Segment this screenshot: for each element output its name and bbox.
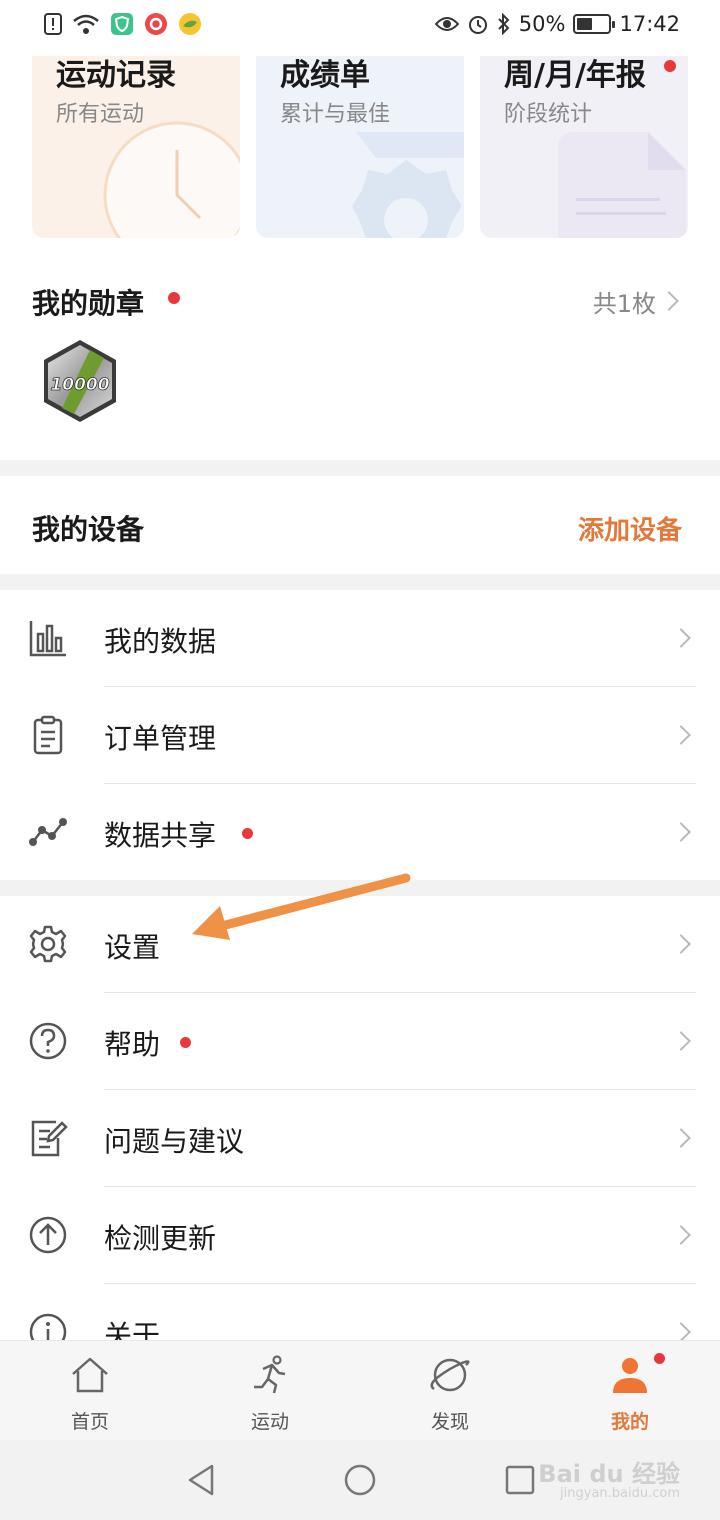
card-subtitle: 阶段统计: [504, 102, 593, 127]
menu-item-label: 问题与建议: [104, 1125, 245, 1158]
tab-workout[interactable]: 运动: [180, 1341, 360, 1441]
card-subtitle: 所有运动: [56, 102, 145, 127]
my-devices-section: 我的设备 添加设备: [0, 476, 720, 574]
notification-dot: [664, 60, 676, 72]
chevron-right-icon: [671, 1128, 691, 1148]
notification-dot: [180, 1037, 191, 1048]
menu-item-label: 检测更新: [104, 1222, 217, 1255]
card-periodic-report[interactable]: 周/月/年报 阶段统计: [480, 40, 688, 238]
tab-label: 首页: [70, 1411, 109, 1433]
menu-item-check-update[interactable]: 检测更新: [0, 1187, 720, 1284]
tab-label: 运动: [250, 1411, 289, 1433]
wifi-icon: [73, 14, 99, 34]
bottom-tab-bar: 首页 运动 发现 我的: [0, 1340, 720, 1440]
baidu-watermark: Bai du 经验: [538, 1460, 680, 1488]
shield-app-icon: [111, 13, 133, 35]
medals-title: 我的勋章: [32, 287, 145, 320]
card-title: 成绩单: [280, 58, 370, 93]
menu-item-label: 订单管理: [104, 722, 217, 755]
home-circle-icon[interactable]: [343, 1463, 377, 1497]
menu-item-label: 数据共享: [104, 819, 217, 852]
menu-item-about[interactable]: 关于: [0, 1284, 720, 1340]
running-icon: [254, 1355, 286, 1394]
notification-dot: [168, 292, 180, 304]
netease-app-icon: [145, 13, 167, 35]
clock-time: 17:42: [619, 12, 680, 36]
section-gap: [0, 460, 720, 476]
person-icon: [613, 1358, 647, 1393]
medals-count: 共1枚: [592, 290, 656, 318]
card-title: 运动记录: [56, 58, 176, 93]
card-workout-records[interactable]: 运动记录 所有运动: [32, 40, 240, 238]
menu-item-label: 设置: [104, 931, 161, 964]
chevron-right-icon: [671, 628, 691, 648]
tab-discover[interactable]: 发现: [360, 1341, 540, 1441]
tab-label: 我的: [610, 1411, 649, 1433]
chevron-right-icon: [671, 1322, 691, 1340]
notification-dot: [242, 828, 253, 839]
section-gap: [0, 574, 720, 590]
sim-alert-icon: [44, 13, 62, 35]
system-navigation-bar: Bai du 经验 jingyan.baidu.com: [0, 1440, 720, 1520]
menu-item-label: 我的数据: [104, 625, 217, 658]
menu-item-help[interactable]: 帮助: [0, 993, 720, 1090]
card-title: 周/月/年报: [504, 58, 646, 93]
menu-group-data: 我的数据 订单管理 数据共享: [0, 590, 720, 880]
chevron-right-icon: [671, 1031, 691, 1051]
menu-item-feedback[interactable]: 问题与建议: [0, 1090, 720, 1187]
battery-percent: 50%: [518, 12, 566, 36]
annotation-arrow: [192, 873, 411, 940]
menu-item-label: 关于: [104, 1319, 161, 1340]
my-medals-section[interactable]: 我的勋章 共1枚 10000: [0, 238, 720, 460]
status-left-icons: [44, 12, 202, 36]
recents-square-icon[interactable]: [505, 1465, 535, 1495]
menu-group-app: 设置 帮助 问题与建议 检测更新 关于: [0, 896, 720, 1340]
summary-cards: 运动记录 所有运动 成绩单 累计与最佳 周/月/年报 阶段统计: [0, 40, 720, 238]
game-app-icon: [179, 13, 201, 35]
chevron-right-icon: [671, 725, 691, 745]
baidu-watermark-url: jingyan.baidu.com: [560, 1486, 680, 1501]
tab-label: 发现: [430, 1411, 469, 1433]
info-icon: [29, 1313, 67, 1340]
home-icon: [72, 1357, 108, 1393]
devices-title: 我的设备: [32, 513, 145, 546]
menu-item-my-data[interactable]: 我的数据: [0, 590, 720, 687]
gear-icon: [29, 925, 67, 963]
chevron-right-icon: [671, 822, 691, 842]
eye-comfort-icon: [434, 17, 459, 31]
menu-item-label: 帮助: [104, 1028, 161, 1061]
bar-chart-icon: [29, 621, 66, 657]
notification-dot: [654, 1353, 665, 1364]
chevron-right-icon: [671, 934, 691, 954]
card-subtitle: 累计与最佳: [280, 102, 391, 127]
medal-10000-steps-badge[interactable]: 10000: [40, 338, 120, 424]
card-report-card[interactable]: 成绩单 累计与最佳: [256, 40, 464, 238]
medal-text: 10000: [50, 375, 109, 395]
status-right-icons: 50% 17:42: [434, 12, 680, 36]
add-device-button[interactable]: 添加设备: [578, 510, 682, 547]
status-bar: 50% 17:42: [0, 0, 720, 56]
update-icon: [29, 1216, 67, 1254]
feedback-icon: [31, 1120, 68, 1157]
menu-item-order-management[interactable]: 订单管理: [0, 687, 720, 784]
clipboard-icon: [33, 715, 63, 755]
menu-item-data-sharing[interactable]: 数据共享: [0, 784, 720, 881]
help-icon: [29, 1022, 67, 1060]
bluetooth-icon: [498, 13, 510, 35]
alarm-icon: [468, 16, 487, 34]
planet-icon: [430, 1358, 470, 1392]
back-icon[interactable]: [186, 1463, 216, 1497]
chevron-right-icon: [671, 1225, 691, 1245]
chevron-right-icon: [659, 291, 679, 311]
battery-icon: [573, 14, 616, 34]
tab-home[interactable]: 首页: [0, 1341, 180, 1441]
share-line-icon: [29, 818, 67, 846]
tab-me[interactable]: 我的: [540, 1341, 720, 1441]
